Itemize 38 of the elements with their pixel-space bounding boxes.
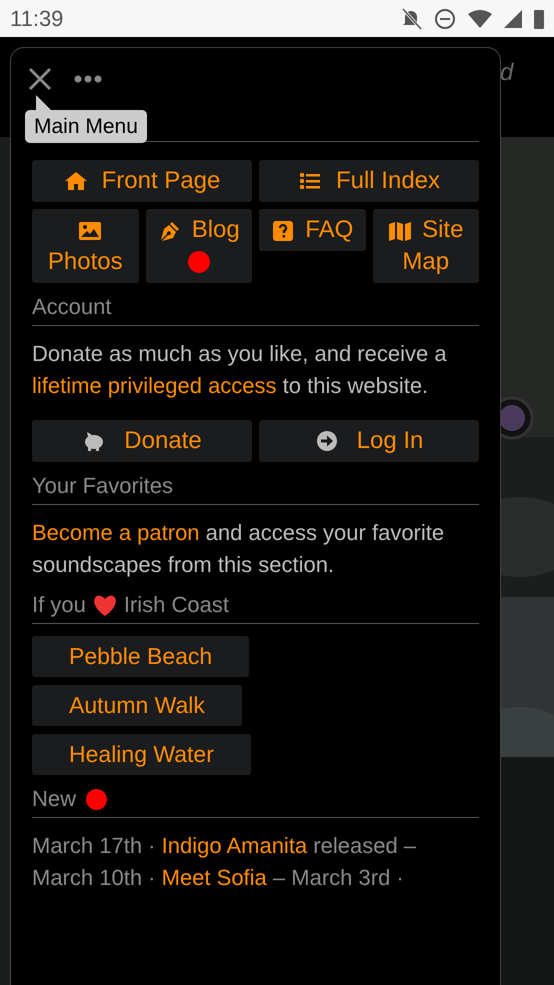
section-heading: Irish Coast	[124, 591, 229, 619]
background-title: d	[500, 58, 514, 88]
close-icon[interactable]	[28, 67, 52, 91]
question-icon	[271, 218, 296, 243]
menu-button[interactable]: Front Page	[32, 160, 252, 202]
donate-button[interactable]: Donate	[32, 420, 252, 462]
patron-link[interactable]: Become a patron	[32, 520, 200, 545]
news-link[interactable]: Meet Sofia	[162, 865, 267, 890]
login-icon	[314, 429, 339, 453]
section-heading: If you	[32, 591, 86, 619]
home-icon	[64, 169, 88, 193]
soundscape-button[interactable]: Healing Water	[32, 734, 251, 775]
privileged-access-link[interactable]: lifetime privileged access	[32, 373, 277, 398]
news-text: March 17th · Indigo Amanita released – March 10th · Meet Sofia – March 3rd ·	[32, 832, 418, 892]
tooltip-arrow	[36, 95, 51, 110]
section-heading: Account	[32, 293, 112, 321]
wifi-icon	[468, 10, 492, 28]
notifications-off-icon	[402, 8, 422, 30]
heart-icon	[92, 594, 118, 616]
menu-button[interactable]: Blog	[146, 209, 252, 283]
soundscape-button[interactable]: Pebble Beach	[32, 636, 250, 677]
tooltip: Main Menu	[25, 110, 147, 143]
menu-button[interactable]: Site Map	[372, 209, 479, 283]
section-heading: Your Favorites	[32, 472, 174, 500]
login-button[interactable]: Log In	[259, 420, 479, 462]
battery-icon	[534, 8, 544, 28]
signal-icon	[504, 10, 522, 28]
menu-button[interactable]: Photos	[32, 209, 138, 283]
section-heading: New	[32, 785, 76, 813]
do-not-disturb-icon	[434, 8, 456, 30]
menu-button[interactable]: Full Index	[259, 160, 479, 202]
favorites-text: Become a patron and access your favorite soundscapes from this section.	[32, 519, 446, 579]
more-icon[interactable]	[74, 75, 102, 83]
status-time: 11:39	[10, 5, 64, 33]
menu-button[interactable]: FAQ	[259, 209, 366, 251]
news-link[interactable]: Indigo Amanita	[162, 833, 308, 858]
soundscape-button[interactable]: Autumn Walk	[32, 685, 242, 726]
account-text: Donate as much as you like, and receive a lifetime privileged access to this website.	[32, 340, 448, 400]
